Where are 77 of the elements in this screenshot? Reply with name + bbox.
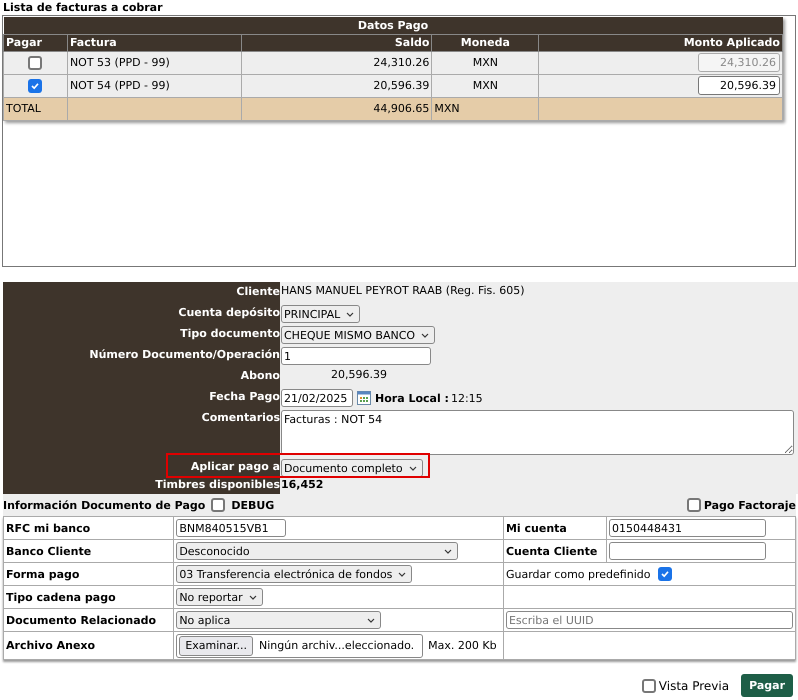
caret-icon (367, 618, 376, 622)
amount-value: 20,596.39 (331, 368, 387, 381)
uuid-input[interactable]: Escriba el UUID (506, 611, 793, 629)
text-input[interactable]: 0150448431 (609, 519, 766, 537)
select-dropdown[interactable]: 03 Transferencia electrónica de fondos (176, 565, 412, 583)
time-label: Hora Local : (375, 392, 449, 405)
column-header: Saldo (241, 34, 432, 51)
table-cell: NOT 54 (PPD - 99) (70, 79, 170, 92)
field-label: RFC mi banco (6, 522, 90, 534)
table-cell: MXN (472, 56, 498, 69)
field-label: Fecha Pago (3, 387, 280, 408)
text-input[interactable] (609, 542, 766, 560)
select-dropdown[interactable]: PRINCIPAL (281, 305, 360, 323)
checkbox[interactable] (642, 678, 656, 692)
select-dropdown[interactable]: CHEQUE MISMO BANCO (281, 326, 436, 344)
field-label: Archivo Anexo (6, 639, 96, 652)
column-header: Monto Aplicado (538, 34, 782, 51)
column-header: Factura (67, 34, 242, 51)
caret-icon (346, 312, 354, 316)
field-label: Tipo documento (3, 324, 280, 345)
field-label: Número Documento/Operación (3, 345, 280, 366)
field-label: Abono (3, 366, 280, 387)
select-dropdown[interactable]: No aplica (176, 611, 382, 629)
calendar-icon[interactable] (357, 391, 371, 405)
caret-icon (248, 594, 257, 600)
section-title: Lista de facturas a cobrar (3, 0, 164, 15)
text-input[interactable]: BNM840515VB1 (176, 519, 286, 537)
field-label: Cuenta Cliente (506, 544, 598, 558)
field-label: Cliente (3, 282, 280, 303)
table-cell: NOT 53 (PPD - 99) (70, 56, 170, 69)
caret-icon (408, 466, 417, 470)
browse-button[interactable]: Examinar... (179, 636, 253, 656)
select-dropdown[interactable]: No reportar (176, 588, 263, 606)
field-label: Forma pago (6, 568, 80, 580)
section-title: Información Documento de Pago (3, 498, 206, 512)
checkmark-icon (660, 569, 670, 579)
select-dropdown[interactable]: Desconocido (176, 542, 458, 560)
stamp-count: 16,452 (281, 478, 324, 491)
caret-icon (398, 572, 406, 576)
group-header: Datos Pago (4, 17, 782, 34)
column-header: Pagar (4, 34, 68, 51)
text-input[interactable]: 1 (281, 347, 431, 365)
amount-input[interactable]: 20,596.39 (698, 76, 780, 95)
comments-field[interactable]: Facturas : NOT 54 (281, 410, 794, 455)
checkbox-label: Pago Factoraje (704, 498, 796, 512)
field-label: Comentarios (3, 408, 280, 457)
checkbox-label: Guardar como predefinido (506, 568, 650, 580)
total-label: TOTAL (6, 102, 41, 115)
field-label: Banco Cliente (6, 544, 92, 558)
column-header: Moneda (432, 34, 539, 51)
size-note: Max. 200 Kb (428, 639, 497, 652)
file-input[interactable]: Examinar... Ningún archiv...eleccionado. (176, 634, 424, 658)
field-label: Aplicar pago a (3, 457, 280, 478)
checkbox[interactable] (686, 498, 701, 512)
checkbox[interactable] (28, 78, 42, 92)
caret-icon (444, 548, 452, 554)
total-amount: 44,906.65 (373, 102, 430, 115)
table-cell: 20,596.39 (373, 79, 430, 92)
client-name: HANS MANUEL PEYROT RAAB (Reg. Fis. 605) (281, 284, 525, 297)
checkbox[interactable] (658, 567, 672, 581)
field-label: Mi cuenta (506, 522, 567, 534)
table-cell: MXN (472, 79, 498, 92)
time-value: 12:15 (450, 392, 483, 405)
table-cell: 24,310.26 (373, 56, 430, 69)
checkbox-label: Vista Previa (658, 678, 730, 692)
select-dropdown[interactable]: Documento completo (281, 459, 423, 477)
field-label: Documento Relacionado (6, 614, 156, 626)
field-label: Timbres disponibles (3, 478, 280, 494)
total-currency: MXN (434, 102, 460, 115)
checkmark-icon (30, 80, 40, 90)
field-label: Cuenta depósito (3, 303, 280, 324)
checkbox[interactable] (211, 498, 226, 512)
date-input[interactable]: 21/02/2025 (281, 389, 353, 407)
pay-button[interactable]: Pagar (741, 674, 793, 697)
field-label: Tipo cadena pago (6, 590, 116, 604)
checkbox-label: DEBUG (231, 498, 274, 512)
caret-icon (421, 332, 430, 338)
